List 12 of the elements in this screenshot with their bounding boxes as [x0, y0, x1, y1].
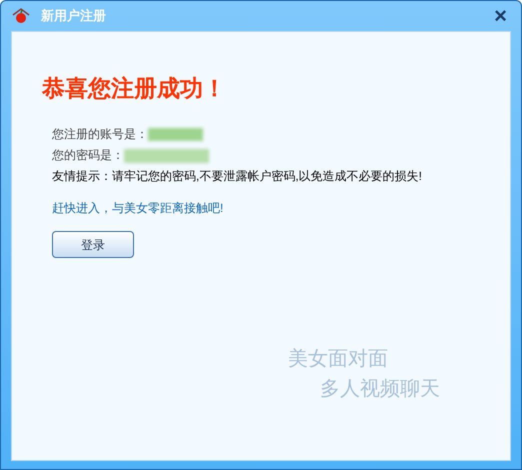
- password-label: 您的密码是：: [52, 147, 124, 164]
- slogan-text: 美女面对面: [288, 347, 389, 372]
- tip-text: 友情提示：请牢记您的密码,不要泄露帐户密码,以免造成不必要的损失!: [52, 168, 424, 185]
- apple-icon: [11, 7, 31, 25]
- account-label: 您注册的账号是：: [52, 126, 148, 143]
- enter-link[interactable]: 赶快进入，与美女零距离接触吧!: [52, 199, 224, 217]
- success-heading: 恭喜您注册成功！: [42, 74, 227, 103]
- redacted-value: [148, 128, 203, 141]
- close-button[interactable]: ×: [490, 5, 511, 27]
- slogan-text: 多人视频聊天: [320, 377, 440, 402]
- window-title: 新用户注册: [41, 7, 106, 26]
- login-button[interactable]: 登录: [52, 231, 134, 258]
